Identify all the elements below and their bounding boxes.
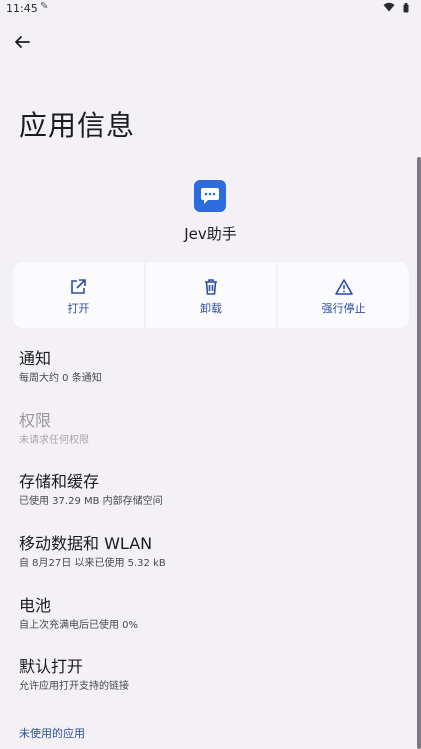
- setting-title: 通知: [19, 349, 52, 368]
- setting-notifications[interactable]: 通知 每周大约 0 条通知: [19, 348, 409, 398]
- scrollbar[interactable]: [417, 157, 421, 749]
- setting-permissions[interactable]: 权限 未请求任何权限: [19, 410, 409, 460]
- app-icon: [194, 180, 226, 212]
- status-bar: 11:45 ✎: [0, 0, 421, 18]
- battery-icon: [403, 3, 409, 16]
- pencil-icon: ✎: [40, 1, 49, 12]
- uninstall-button[interactable]: 卸载: [145, 262, 277, 328]
- trash-icon: [205, 279, 217, 295]
- force-stop-button[interactable]: 强行停止: [278, 262, 410, 328]
- setting-storage[interactable]: 存储和缓存 已使用 37.29 MB 内部存储空间: [19, 471, 409, 521]
- setting-subtitle: 允许应用打开支持的链接: [19, 681, 129, 692]
- setting-open-by-default[interactable]: 默认打开 允许应用打开支持的链接: [19, 656, 409, 706]
- setting-title: 移动数据和 WLAN: [19, 534, 153, 553]
- action-bar: 打开 卸载 强行停止: [13, 262, 410, 328]
- setting-subtitle: 自上次充满电后已使用 0%: [19, 620, 139, 631]
- setting-subtitle: 未请求任何权限: [19, 435, 89, 446]
- open-button[interactable]: 打开: [13, 262, 144, 328]
- warning-icon: [334, 279, 353, 295]
- setting-title: 权限: [19, 411, 52, 430]
- setting-title: 电池: [19, 596, 52, 615]
- setting-subtitle: 自 8月27日 以来已使用 5.32 kB: [19, 558, 166, 569]
- open-label: 打开: [67, 302, 90, 315]
- uninstall-label: 卸载: [200, 302, 222, 315]
- arrow-left-icon: [15, 36, 30, 48]
- setting-subtitle: 已使用 37.29 MB 内部存储空间: [19, 496, 163, 507]
- page-title: 应用信息: [19, 109, 136, 142]
- wifi-icon: [383, 2, 395, 15]
- back-button[interactable]: [10, 30, 34, 54]
- app-name: Jev助手: [184, 225, 237, 243]
- open-external-icon: [71, 279, 87, 294]
- unused-apps-link[interactable]: 未使用的应用: [19, 725, 85, 741]
- setting-subtitle: 每周大约 0 条通知: [19, 373, 102, 384]
- setting-title: 存储和缓存: [19, 472, 100, 491]
- status-time: 11:45: [6, 2, 38, 15]
- setting-title: 默认打开: [19, 657, 84, 676]
- force-stop-label: 强行停止: [321, 302, 366, 315]
- setting-battery[interactable]: 电池 自上次充满电后已使用 0%: [19, 595, 409, 645]
- setting-data-usage[interactable]: 移动数据和 WLAN 自 8月27日 以来已使用 5.32 kB: [19, 533, 409, 583]
- chat-bubble-icon: [201, 188, 219, 204]
